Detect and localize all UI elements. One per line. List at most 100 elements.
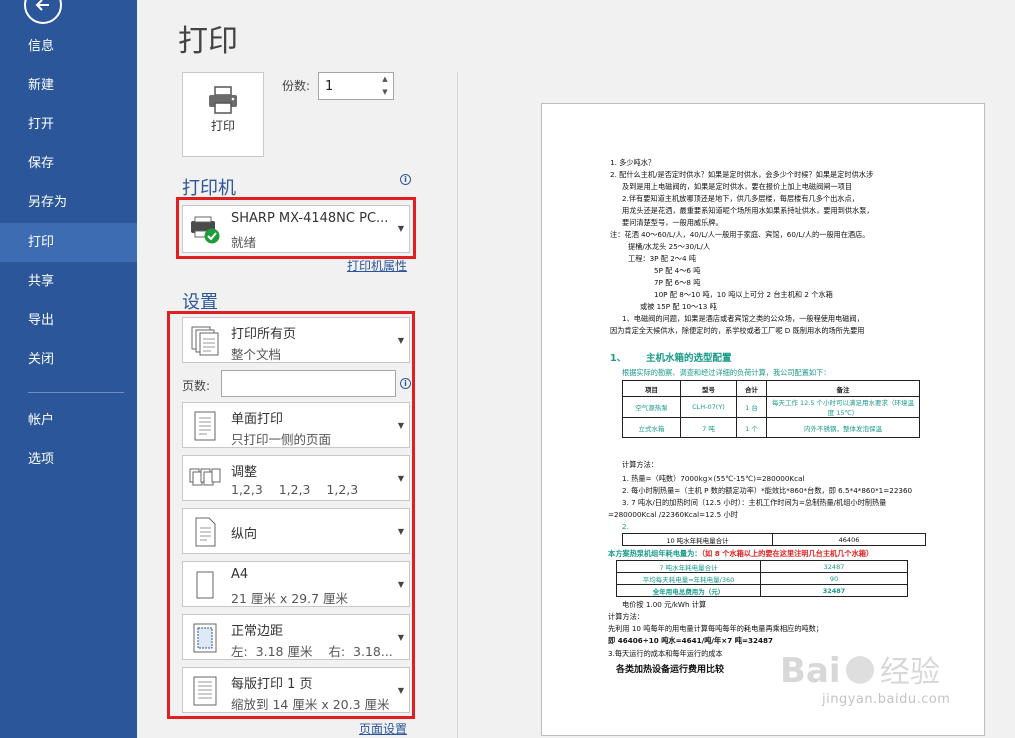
preview-heading: 主机水箱的选型配置 [646,353,732,364]
print-range-sub: 整个文档 [231,347,282,362]
page-setup-link[interactable]: 页面设置 [359,720,407,737]
pages-per-sheet-dropdown[interactable]: 每版打印 1 页 缩放到 14 厘米 x 20.3 厘米 ▼ [182,667,410,713]
margins-icon [193,623,217,653]
preview-table-cost: 7 吨水年耗电量合计 32487 平均每天耗电量=年耗电量/360 90 全年用… [616,560,908,597]
paper-size-main: A4 [231,567,249,582]
paper-size-dropdown[interactable]: A4 21 厘米 x 29.7 厘米 ▼ [182,561,410,607]
back-arrow-icon [35,0,49,11]
pages-stack-icon [191,326,219,356]
preview-calc-line: 2. [622,522,629,531]
baidu-jingyan-watermark-logo: Bai 经验 [780,651,940,691]
printer-properties-link[interactable]: 打印机属性 [347,257,407,274]
table-header: 备注 [766,380,920,397]
single-sided-icon [194,411,216,441]
pages-per-sheet-sub: 缩放到 14 厘米 x 20.3 厘米 [231,697,390,712]
preview-footer-title: 各类加热设备运行费用比较 [616,665,725,675]
margins-main: 正常边距 [231,624,284,639]
table-cell: 46406 [772,533,926,546]
preview-line: 工程：3P 配 2～4 吨 [628,254,697,263]
preview-line: 7P 配 6～8 吨 [654,278,701,287]
preview-intro: 根据实际的勘察、调查和经过详细的负荷计算，我公司配置如下： [622,368,831,377]
print-range-dropdown[interactable]: 打印所有页 整个文档 ▼ [182,317,410,363]
preview-plan-line: 本方案热泵机组年耗电量为：（如 8 个水箱以上的要在这里注明几台主机几个水箱） [608,549,873,558]
table-cell: 90 [760,572,908,585]
sidebar-item-open[interactable]: 打开 [0,105,137,144]
orientation-dropdown[interactable]: 纵向 ▼ [182,508,410,554]
preview-line: 提桶/水龙头 25～30/L/人 [628,242,711,251]
preview-line: 2. 配什么主机/是否定时供水？如果是定时供水，会多少个时候？如果是定时供水涉 [610,170,874,179]
chevron-down-icon: ▼ [397,686,404,695]
preview-line: 1. 多少吨水？ [610,158,656,167]
sides-main: 单面打印 [231,412,284,427]
sidebar-item-share[interactable]: 共享 [0,262,137,301]
preview-calc-line: =280000Kcal /22360Kcal=12.5 小时 [608,510,738,519]
table-cell: 每天工作 12.5 个小时可以满足用水要求（环境温度 15℃） [766,396,920,418]
preview-calc-line: 计算方法： [622,460,658,469]
margins-dropdown[interactable]: 正常边距 左: 3.18 厘米 右: 3.18... ▼ [182,614,410,660]
print-range-main: 打印所有页 [231,327,297,342]
print-button-label: 打印 [210,119,235,133]
sides-dropdown[interactable]: 单面打印 只打印一侧的页面 ▼ [182,402,410,448]
chevron-down-icon: ▼ [397,527,404,536]
orientation-main: 纵向 [231,527,258,542]
preview-tail-line: 3.每天运行的成本和每年运行的成本 [608,649,723,658]
printer-icon [209,86,237,114]
printer-dropdown[interactable]: SHARP MX-4148NC PC... 就绪 ▼ [182,205,410,253]
table-cell: 立式水箱 [622,417,681,438]
table-cell: 7 吨 [680,417,737,438]
preview-line: 2.伴有要知道主机放哪顶还是地下，供几多层楼，每层楼有几多个出水点， [622,194,859,203]
preview-line: 要问清楚型号，一般用威乐牌。 [622,218,723,227]
preview-tail-line: 先利用 10 吨每年的用电量计算每吨每年的耗电量再乘相应的吨数； [608,624,823,633]
preview-line: 或被 15P 配 10～13 吨 [640,302,717,311]
collate-main: 调整 [231,465,258,480]
pages-label: 页数: [182,379,211,393]
sidebar-item-account[interactable]: 帐户 [0,401,137,440]
page-title: 打印 [178,24,238,59]
sidebar-item-options[interactable]: 选项 [0,440,137,479]
sidebar-item-export[interactable]: 导出 [0,301,137,340]
chevron-down-icon: ▼ [397,224,404,233]
sidebar-item-close[interactable]: 关闭 [0,340,137,379]
preview-calc-line: 3. 7 吨水/日的加热时间（12.5 小时）：主机工作时间为=总制热量/机组小… [622,498,887,507]
sidebar-item-save-as[interactable]: 另存为 [0,183,137,222]
sidebar-item-info[interactable]: 信息 [0,27,137,66]
table-cell: 32487 [760,560,908,573]
sidebar-item-print[interactable]: 打印 [0,223,137,262]
copies-input[interactable] [319,73,377,99]
preview-line: 注：花洒 40～60/L/人，40/L/人一般用于家庭、宾馆，60/L/人的一般… [610,230,870,239]
table-cell: CLH-07(Y) [680,396,737,418]
sidebar-item-save[interactable]: 保存 [0,144,137,183]
paper-size-sub: 21 厘米 x 29.7 厘米 [231,591,349,606]
preview-line: 1、电磁阀的问题，如果是酒店或者宾馆之类的公众场，一般程使用电磁阀， [622,314,864,323]
pages-per-sheet-icon [193,676,217,706]
copies-label: 份数: [282,79,311,93]
chevron-down-icon: ▼ [397,421,404,430]
table-header: 型号 [680,380,737,397]
watermark-url: jingyan.baidu.com [822,692,951,707]
table-cell: 平均每天耗电量=年耗电量/360 [616,572,761,585]
pages-input[interactable] [221,370,396,397]
preview-table-config: 项目 型号 合计 备注 空气源热泵 CLH-07(Y) 1 台 每天工作 12.… [622,380,920,438]
table-cell: 7 吨水年耗电量合计 [616,560,761,573]
table-cell: 1 个 [736,417,767,438]
print-button[interactable]: 打印 [182,72,264,157]
copies-down-icon[interactable]: ▼ [377,86,393,99]
copies-stepper: ▲ ▼ [318,72,394,100]
sidebar-divider [28,392,124,393]
pages-per-sheet-main: 每版打印 1 页 [231,677,313,692]
back-button[interactable] [24,0,62,24]
margins-sub: 左: 3.18 厘米 右: 3.18... [231,644,393,659]
preview-line: 5P 配 4～6 吨 [654,266,701,275]
preview-line: 10P 配 8～10 吨，10 吨以上可分 2 台主机和 2 个水箱 [654,290,833,299]
sidebar-item-new[interactable]: 新建 [0,66,137,105]
table-cell: 全年用电总费用为（元） [616,584,761,597]
collate-dropdown[interactable]: 调整 1,2,3 1,2,3 1,2,3 ▼ [182,455,410,501]
copies-up-icon[interactable]: ▲ [377,73,393,86]
printer-info-icon[interactable]: i [400,174,411,185]
preview-line: 因为肯定全天候供水，除便定时的，系学校或者工厂呢 D 既制用水的场所先要用 [610,326,865,335]
printer-status: 就绪 [231,235,257,250]
backstage-sidebar: 信息 新建 打开 保存 另存为 打印 共享 导出 关闭 帐户 选项 [0,0,137,738]
preview-heading-number: 1、 [610,353,627,364]
pages-info-icon[interactable]: i [400,378,411,389]
table-cell: 10 吨水年耗电量合计 [622,533,773,546]
